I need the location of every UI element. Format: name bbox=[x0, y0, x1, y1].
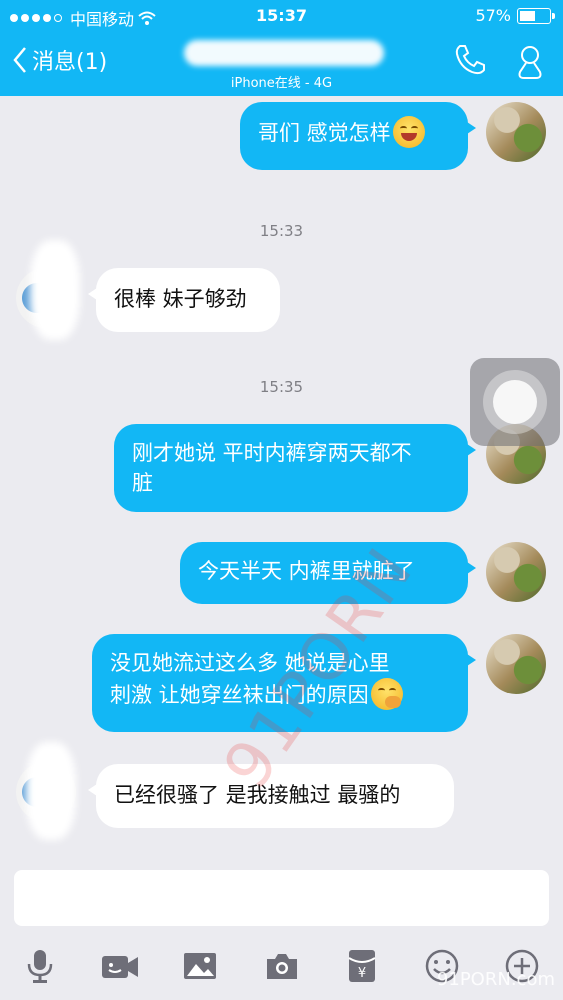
grin-emoji-icon bbox=[392, 116, 425, 148]
redaction-smudge bbox=[26, 742, 76, 840]
image-icon[interactable] bbox=[180, 946, 220, 986]
video-icon[interactable] bbox=[100, 946, 140, 986]
red-packet-icon[interactable]: ¥ bbox=[342, 946, 382, 986]
battery-percent: 57% bbox=[475, 6, 511, 25]
message-bubble-outgoing[interactable]: 今天半天 内裤里就脏了 bbox=[180, 542, 476, 604]
status-right: 57% bbox=[475, 6, 555, 25]
timestamp: 15:33 bbox=[259, 222, 304, 240]
svg-text:¥: ¥ bbox=[358, 966, 366, 981]
chevron-left-icon bbox=[13, 47, 26, 73]
message-text: 很棒 妹子够劲 bbox=[114, 287, 247, 311]
status-bar: 中国移动 15:37 57% bbox=[0, 4, 563, 29]
corner-watermark: 91PORN.com bbox=[436, 969, 555, 990]
redaction-smudge bbox=[30, 240, 80, 340]
message-bubble-incoming[interactable]: 很棒 妹子够劲 bbox=[88, 268, 280, 332]
message-text: 哥们 感觉怎样 bbox=[258, 121, 391, 145]
phone-icon[interactable] bbox=[452, 42, 488, 78]
message-text-line: 脏 bbox=[132, 471, 153, 495]
message-bubble-outgoing[interactable]: 哥们 感觉怎样 bbox=[240, 102, 476, 170]
my-avatar[interactable] bbox=[486, 634, 546, 694]
message-bubble-outgoing[interactable]: 刚才她说 平时内裤穿两天都不 脏 bbox=[114, 424, 476, 512]
my-avatar[interactable] bbox=[486, 542, 546, 602]
contact-name-redacted bbox=[184, 40, 384, 66]
battery-icon bbox=[517, 7, 555, 24]
message-input[interactable] bbox=[14, 870, 549, 926]
microphone-icon[interactable] bbox=[20, 946, 60, 986]
message-text-line: 刚才她说 平时内裤穿两天都不 bbox=[132, 441, 412, 465]
profile-icon[interactable] bbox=[510, 42, 550, 82]
assistive-touch-button[interactable] bbox=[470, 358, 560, 446]
camera-icon[interactable] bbox=[262, 946, 302, 986]
nav-header: 中国移动 15:37 57% 消息(1) iPhone在线 - 4G bbox=[0, 0, 563, 96]
hand-over-mouth-emoji-icon bbox=[370, 678, 403, 710]
my-avatar[interactable] bbox=[486, 102, 546, 162]
